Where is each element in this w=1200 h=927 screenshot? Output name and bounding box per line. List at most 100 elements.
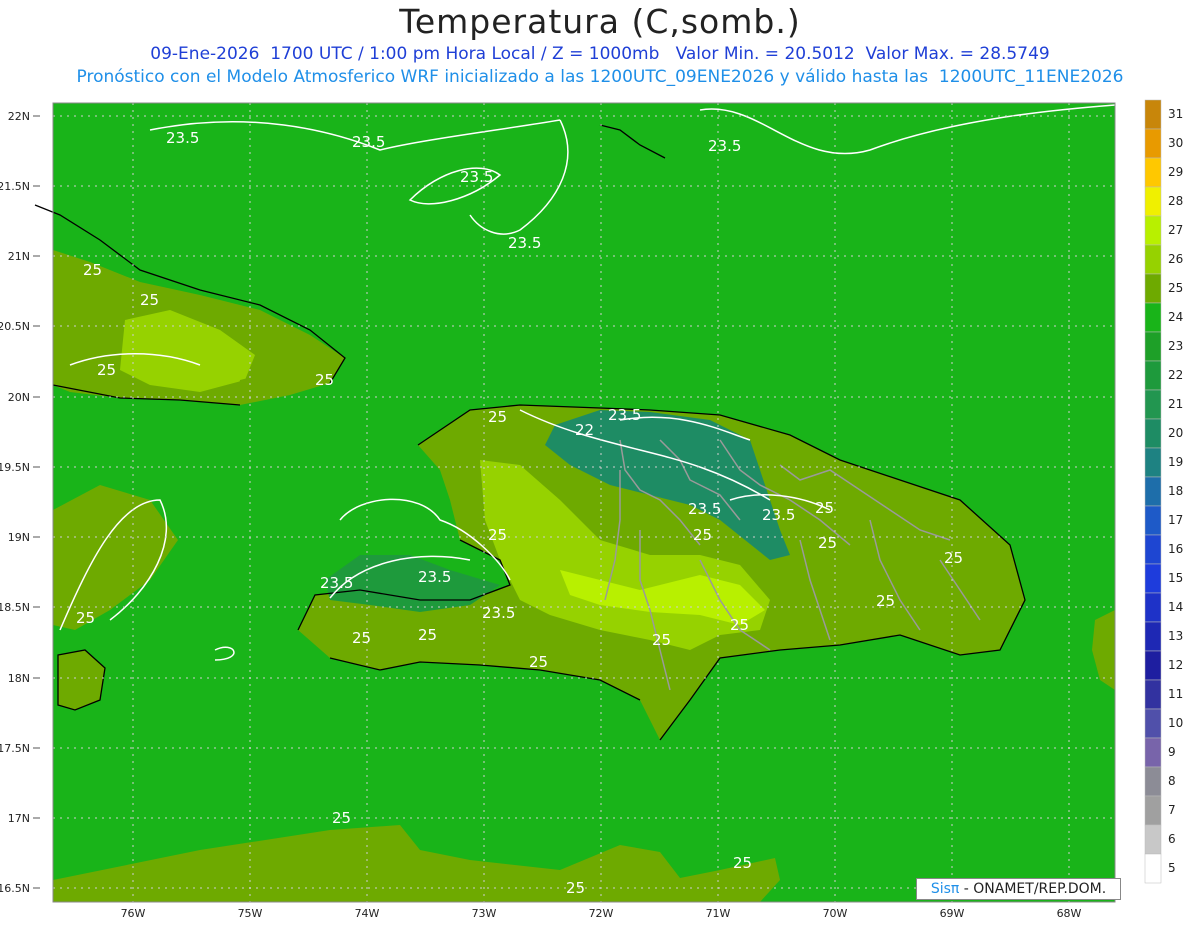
colorbar-swatch bbox=[1144, 679, 1162, 710]
colorbar-swatch bbox=[1144, 360, 1162, 391]
lon-label: 70W bbox=[823, 907, 848, 920]
colorbar-label: 29 bbox=[1168, 165, 1183, 179]
lat-label: 16.5N bbox=[0, 882, 30, 895]
lat-label: 18N bbox=[8, 672, 30, 685]
lat-label: 19.5N bbox=[0, 461, 30, 474]
colorbar-swatch bbox=[1144, 824, 1162, 855]
lon-label: 71W bbox=[706, 907, 731, 920]
contour-label: 25 bbox=[315, 371, 334, 389]
lon-label: 75W bbox=[238, 907, 263, 920]
colorbar-label: 11 bbox=[1168, 687, 1183, 701]
colorbar-label: 8 bbox=[1168, 774, 1176, 788]
latitude-labels: 22N 21.5N 21N 20.5N 20N 19.5N 19N 18.5N … bbox=[0, 110, 30, 895]
colorbar-label: 9 bbox=[1168, 745, 1176, 759]
credit-text: - ONAMET/REP.DOM. bbox=[959, 881, 1107, 897]
contour-label: 25 bbox=[944, 549, 963, 567]
contour-label: 23.5 bbox=[482, 604, 515, 622]
lat-label: 20N bbox=[8, 391, 30, 404]
contour-label: 25 bbox=[566, 879, 585, 897]
colorbar-swatch bbox=[1144, 737, 1162, 768]
contour-label: 22 bbox=[575, 421, 594, 439]
lat-label: 17.5N bbox=[0, 742, 30, 755]
contour-label: 23.5 bbox=[460, 168, 493, 186]
colorbar-swatch bbox=[1144, 766, 1162, 797]
colorbar-label: 18 bbox=[1168, 484, 1183, 498]
colorbar-swatch bbox=[1144, 592, 1162, 623]
contour-label: 25 bbox=[418, 626, 437, 644]
contour-label: 23.5 bbox=[708, 137, 741, 155]
colorbar-label: 23 bbox=[1168, 339, 1183, 353]
contour-label: 23.5 bbox=[608, 406, 641, 424]
colorbar-swatch bbox=[1144, 476, 1162, 507]
contour-label: 25 bbox=[97, 361, 116, 379]
lat-label: 22N bbox=[8, 110, 30, 123]
longitude-labels: 76W 75W 74W 73W 72W 71W 70W 69W 68W bbox=[121, 907, 1082, 920]
contour-label: 25 bbox=[352, 629, 371, 647]
lon-label: 68W bbox=[1057, 907, 1082, 920]
colorbar-swatch bbox=[1144, 447, 1162, 478]
colorbar-swatch bbox=[1144, 853, 1162, 884]
colorbar-label: 16 bbox=[1168, 542, 1183, 556]
lon-label: 74W bbox=[355, 907, 380, 920]
colorbar-label: 30 bbox=[1168, 136, 1183, 150]
contour-label: 25 bbox=[730, 616, 749, 634]
contour-label: 23.5 bbox=[352, 133, 385, 151]
colorbar-swatch bbox=[1144, 186, 1162, 217]
colorbar-swatch bbox=[1144, 99, 1162, 130]
colorbar-swatch bbox=[1144, 302, 1162, 333]
colorbar-swatch bbox=[1144, 157, 1162, 188]
colorbar-label: 17 bbox=[1168, 513, 1183, 527]
colorbar-label: 21 bbox=[1168, 397, 1183, 411]
lat-tick-marks bbox=[33, 115, 40, 889]
temperature-map: 23.5 23.5 23.5 23.5 23.5 25 25 25 25 25 … bbox=[0, 99, 1183, 920]
colorbar-label: 6 bbox=[1168, 832, 1176, 846]
colorbar: 31 30 29 28 27 26 25 24 23 22 21 20 19 18 17 16 15 14 13 12… bbox=[1144, 99, 1183, 884]
lon-label: 73W bbox=[472, 907, 497, 920]
lon-label: 72W bbox=[589, 907, 614, 920]
contour-label: 25 bbox=[332, 809, 351, 827]
colorbar-label: 20 bbox=[1168, 426, 1183, 440]
contour-label: 25 bbox=[733, 854, 752, 872]
contour-label: 25 bbox=[83, 261, 102, 279]
lat-label: 21N bbox=[8, 250, 30, 263]
colorbar-label: 22 bbox=[1168, 368, 1183, 382]
colorbar-label: 31 bbox=[1168, 107, 1183, 121]
contour-label: 23.5 bbox=[320, 574, 353, 592]
lat-label: 17N bbox=[8, 812, 30, 825]
lon-label: 76W bbox=[121, 907, 146, 920]
colorbar-label: 5 bbox=[1168, 861, 1176, 875]
colorbar-label: 15 bbox=[1168, 571, 1183, 585]
colorbar-label: 7 bbox=[1168, 803, 1176, 817]
colorbar-swatch bbox=[1144, 128, 1162, 159]
colorbar-swatch bbox=[1144, 273, 1162, 304]
colorbar-swatch bbox=[1144, 563, 1162, 594]
colorbar-swatch bbox=[1144, 534, 1162, 565]
colorbar-swatch bbox=[1144, 621, 1162, 652]
lat-label: 21.5N bbox=[0, 180, 30, 193]
colorbar-swatch bbox=[1144, 795, 1162, 826]
contour-label: 23.5 bbox=[166, 129, 199, 147]
contour-label: 25 bbox=[529, 653, 548, 671]
colorbar-label: 13 bbox=[1168, 629, 1183, 643]
colorbar-label: 27 bbox=[1168, 223, 1183, 237]
colorbar-swatch bbox=[1144, 650, 1162, 681]
credit-box: Sisπ - ONAMET/REP.DOM. bbox=[916, 878, 1121, 900]
contour-label: 23.5 bbox=[688, 500, 721, 518]
colorbar-swatch bbox=[1144, 215, 1162, 246]
contour-label: 25 bbox=[488, 408, 507, 426]
contour-label: 25 bbox=[693, 526, 712, 544]
colorbar-swatch bbox=[1144, 708, 1162, 739]
colorbar-label: 19 bbox=[1168, 455, 1183, 469]
colorbar-swatch bbox=[1144, 331, 1162, 362]
colorbar-label: 14 bbox=[1168, 600, 1183, 614]
colorbar-swatch bbox=[1144, 505, 1162, 536]
colorbar-label: 26 bbox=[1168, 252, 1183, 266]
contour-label: 23.5 bbox=[508, 234, 541, 252]
colorbar-swatch bbox=[1144, 418, 1162, 449]
colorbar-label: 10 bbox=[1168, 716, 1183, 730]
contour-label: 23.5 bbox=[762, 506, 795, 524]
colorbar-swatch bbox=[1144, 389, 1162, 420]
contour-label: 25 bbox=[876, 592, 895, 610]
colorbar-label: 12 bbox=[1168, 658, 1183, 672]
lat-label: 18.5N bbox=[0, 601, 30, 614]
